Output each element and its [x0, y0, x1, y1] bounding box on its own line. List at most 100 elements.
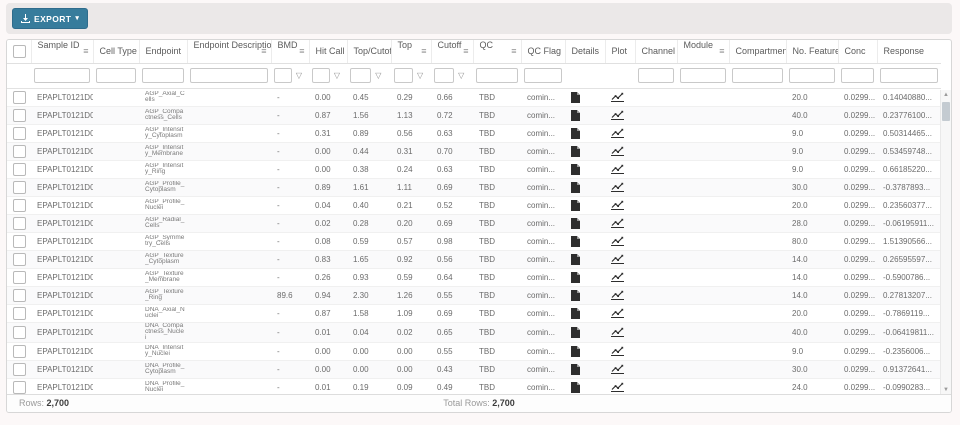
- row-checkbox[interactable]: [13, 181, 26, 194]
- plot-line-chart-icon[interactable]: [611, 164, 624, 174]
- filter-no_features-input[interactable]: [789, 68, 835, 83]
- details-document-icon[interactable]: [571, 346, 580, 357]
- column-header-endpoint_description[interactable]: ≡Endpoint Description: [187, 40, 271, 63]
- column-header-select[interactable]: [7, 40, 31, 63]
- row-checkbox[interactable]: [13, 199, 26, 212]
- column-header-sample_id[interactable]: ≡Sample ID: [31, 40, 93, 63]
- details-document-icon[interactable]: [571, 218, 580, 229]
- details-document-icon[interactable]: [571, 382, 580, 393]
- row-checkbox[interactable]: [13, 345, 26, 358]
- plot-line-chart-icon[interactable]: [611, 272, 624, 282]
- vertical-scrollbar[interactable]: ▲ ▼: [940, 90, 951, 395]
- plot-line-chart-icon[interactable]: [611, 382, 624, 392]
- filter-response-input[interactable]: [880, 68, 938, 83]
- filter-qc-input[interactable]: [476, 68, 518, 83]
- filter-funnel-icon[interactable]: ▽: [334, 71, 340, 80]
- details-document-icon[interactable]: [571, 364, 580, 375]
- details-document-icon[interactable]: [571, 236, 580, 247]
- column-header-response[interactable]: Response: [877, 40, 941, 63]
- plot-line-chart-icon[interactable]: [611, 236, 624, 246]
- details-document-icon[interactable]: [571, 92, 580, 103]
- scroll-up-icon[interactable]: ▲: [941, 90, 951, 100]
- filter-conc-input[interactable]: [841, 68, 874, 83]
- column-menu-icon[interactable]: ≡: [719, 40, 724, 62]
- details-document-icon[interactable]: [571, 146, 580, 157]
- plot-line-chart-icon[interactable]: [611, 308, 624, 318]
- row-checkbox[interactable]: [13, 217, 26, 230]
- row-checkbox[interactable]: [13, 271, 26, 284]
- column-menu-icon[interactable]: ≡: [511, 40, 516, 62]
- filter-cutoff-input[interactable]: [434, 68, 454, 83]
- row-checkbox[interactable]: [13, 91, 26, 104]
- plot-line-chart-icon[interactable]: [611, 346, 624, 356]
- column-menu-icon[interactable]: ≡: [299, 40, 304, 62]
- scrollbar-thumb[interactable]: [942, 102, 950, 121]
- row-checkbox[interactable]: [13, 235, 26, 248]
- row-checkbox[interactable]: [13, 381, 26, 394]
- plot-line-chart-icon[interactable]: [611, 254, 624, 264]
- row-checkbox[interactable]: [13, 127, 26, 140]
- column-menu-icon[interactable]: ≡: [83, 40, 88, 62]
- column-header-cell_type[interactable]: Cell Type: [93, 40, 139, 63]
- column-header-conc[interactable]: Conc: [838, 40, 877, 63]
- filter-channel-input[interactable]: [638, 68, 674, 83]
- row-checkbox[interactable]: [13, 109, 26, 122]
- row-checkbox[interactable]: [13, 326, 26, 339]
- details-document-icon[interactable]: [571, 128, 580, 139]
- filter-funnel-icon[interactable]: ▽: [458, 71, 464, 80]
- row-checkbox[interactable]: [13, 363, 26, 376]
- details-document-icon[interactable]: [571, 272, 580, 283]
- filter-funnel-icon[interactable]: ▽: [417, 71, 423, 80]
- details-document-icon[interactable]: [571, 308, 580, 319]
- column-header-hit_call[interactable]: Hit Call: [309, 40, 347, 63]
- filter-bmd-input[interactable]: [274, 68, 292, 83]
- column-menu-icon[interactable]: ≡: [421, 40, 426, 62]
- column-header-channel[interactable]: Channel: [635, 40, 677, 63]
- row-checkbox[interactable]: [13, 307, 26, 320]
- column-menu-icon[interactable]: ≡: [463, 40, 468, 62]
- row-checkbox[interactable]: [13, 253, 26, 266]
- column-header-cutoff[interactable]: ≡Cutoff: [431, 40, 473, 63]
- row-checkbox[interactable]: [13, 163, 26, 176]
- plot-line-chart-icon[interactable]: [611, 92, 624, 102]
- plot-line-chart-icon[interactable]: [611, 182, 624, 192]
- filter-endpoint_description-input[interactable]: [190, 68, 268, 83]
- column-header-qc[interactable]: ≡QC: [473, 40, 521, 63]
- plot-line-chart-icon[interactable]: [611, 364, 624, 374]
- column-header-bmd[interactable]: ≡BMD: [271, 40, 309, 63]
- column-header-no_features[interactable]: No. Features: [786, 40, 838, 63]
- details-document-icon[interactable]: [571, 164, 580, 175]
- filter-sample_id-input[interactable]: [34, 68, 90, 83]
- filter-funnel-icon[interactable]: ▽: [375, 71, 381, 80]
- details-document-icon[interactable]: [571, 110, 580, 121]
- details-document-icon[interactable]: [571, 290, 580, 301]
- column-header-top_cutoff[interactable]: Top/Cutoff: [347, 40, 391, 63]
- export-button[interactable]: EXPORT ▾: [12, 8, 88, 29]
- details-document-icon[interactable]: [571, 182, 580, 193]
- details-document-icon[interactable]: [571, 327, 580, 338]
- plot-line-chart-icon[interactable]: [611, 290, 624, 300]
- plot-line-chart-icon[interactable]: [611, 327, 624, 337]
- filter-endpoint-input[interactable]: [142, 68, 184, 83]
- column-header-plot[interactable]: Plot: [605, 40, 635, 63]
- column-header-module[interactable]: ≡Module: [677, 40, 729, 63]
- column-header-top[interactable]: ≡Top: [391, 40, 431, 63]
- filter-top_cutoff-input[interactable]: [350, 68, 371, 83]
- plot-line-chart-icon[interactable]: [611, 128, 624, 138]
- column-header-qc_flag[interactable]: QC Flag: [521, 40, 565, 63]
- row-checkbox[interactable]: [13, 145, 26, 158]
- filter-funnel-icon[interactable]: ▽: [296, 71, 302, 80]
- select-all-checkbox[interactable]: [13, 45, 26, 58]
- plot-line-chart-icon[interactable]: [611, 110, 624, 120]
- filter-top-input[interactable]: [394, 68, 413, 83]
- row-checkbox[interactable]: [13, 289, 26, 302]
- plot-line-chart-icon[interactable]: [611, 200, 624, 210]
- column-header-endpoint[interactable]: Endpoint: [139, 40, 187, 63]
- plot-line-chart-icon[interactable]: [611, 146, 624, 156]
- filter-qc_flag-input[interactable]: [524, 68, 562, 83]
- column-header-compartment[interactable]: Compartment: [729, 40, 786, 63]
- filter-hit_call-input[interactable]: [312, 68, 330, 83]
- plot-line-chart-icon[interactable]: [611, 218, 624, 228]
- details-document-icon[interactable]: [571, 254, 580, 265]
- details-document-icon[interactable]: [571, 200, 580, 211]
